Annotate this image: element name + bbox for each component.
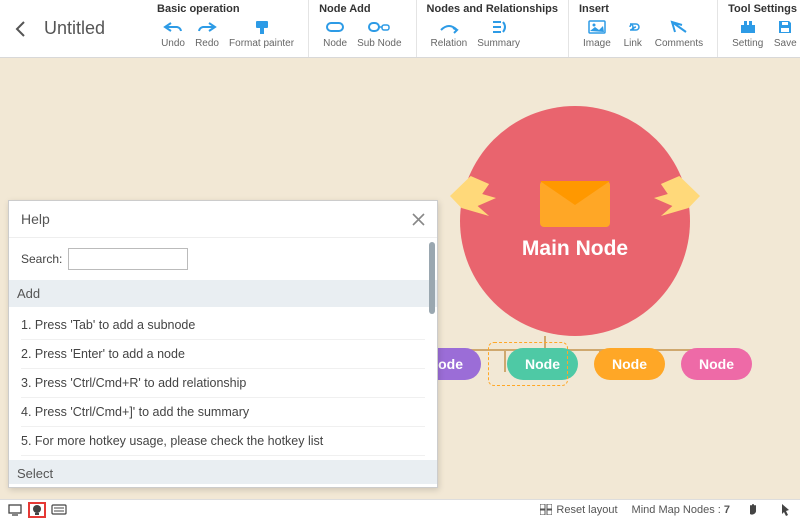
redo-button[interactable]: Redo <box>191 17 223 50</box>
toolbar-groups: Basic operation Undo Redo Format painter… <box>147 0 800 57</box>
setting-icon <box>737 18 759 36</box>
keyboard-icon[interactable] <box>50 502 68 518</box>
wing-right-icon <box>654 176 700 216</box>
envelope-icon <box>540 181 610 227</box>
back-icon[interactable] <box>14 20 28 38</box>
summary-button[interactable]: Summary <box>473 17 524 50</box>
child-node-1[interactable]: Node <box>507 348 578 380</box>
presentation-icon[interactable] <box>6 502 24 518</box>
help-line: 4. Press 'Ctrl/Cmd+]' to add the summary <box>21 398 425 427</box>
help-line: 2. Press 'Enter' to add a node <box>21 340 425 369</box>
relation-button[interactable]: Relation <box>427 17 472 50</box>
help-title: Help <box>21 211 50 227</box>
status-bar: Reset layout Mind Map Nodes : 7 <box>0 499 800 519</box>
node-icon <box>324 18 346 36</box>
group-label: Nodes and Relationships <box>427 3 558 15</box>
search-label: Search: <box>21 252 62 266</box>
main-node-label: Main Node <box>522 237 628 261</box>
group-basic-operation: Basic operation Undo Redo Format painter <box>147 0 309 57</box>
image-button[interactable]: Image <box>579 17 615 50</box>
group-label: Node Add <box>319 3 405 15</box>
undo-button[interactable]: Undo <box>157 17 189 50</box>
node-button[interactable]: Node <box>319 17 351 50</box>
comments-icon <box>668 18 690 36</box>
help-search-row: Search: <box>21 248 425 270</box>
link-button[interactable]: Link <box>617 17 649 50</box>
child-node-2[interactable]: Node <box>594 348 665 380</box>
format-painter-icon <box>251 18 273 36</box>
redo-icon <box>196 18 218 36</box>
help-header: Help <box>9 201 437 238</box>
help-line: 3. Press 'Ctrl/Cmd+R' to add relationshi… <box>21 369 425 398</box>
reset-layout-button[interactable]: Reset layout <box>540 504 617 516</box>
image-icon <box>586 18 608 36</box>
summary-icon <box>488 18 510 36</box>
top-toolbar: Untitled Basic operation Undo Redo Forma… <box>0 0 800 58</box>
help-body: Search: Add 1. Press 'Tab' to add a subn… <box>9 238 437 484</box>
scrollbar-thumb[interactable] <box>429 242 435 314</box>
help-line: 1. Press 'Tab' to add a subnode <box>21 311 425 340</box>
cursor-icon[interactable] <box>776 502 794 518</box>
node-count: Mind Map Nodes : 7 <box>632 504 730 516</box>
help-section-add: Add <box>9 280 437 307</box>
close-icon[interactable] <box>412 213 425 226</box>
hand-pan-icon[interactable] <box>744 502 762 518</box>
save-button[interactable]: Save <box>769 17 800 50</box>
relation-icon <box>438 18 460 36</box>
title-section: Untitled <box>0 0 119 57</box>
group-insert: Insert Image Link Comments <box>569 0 718 57</box>
help-section-select: Select <box>9 460 437 484</box>
setting-button[interactable]: Setting <box>728 17 767 50</box>
child-nodes: Node Node Node Node <box>420 348 752 380</box>
search-input[interactable] <box>68 248 188 270</box>
document-title[interactable]: Untitled <box>44 18 105 39</box>
child-node-3[interactable]: Node <box>681 348 752 380</box>
save-icon <box>774 18 796 36</box>
group-label: Basic operation <box>157 3 298 15</box>
group-label: Insert <box>579 3 707 15</box>
group-tool-settings: Tool Settings Setting Save Collapse <box>718 0 800 57</box>
reset-layout-icon <box>540 504 552 515</box>
wing-left-icon <box>450 176 496 216</box>
sub-node-icon <box>368 18 390 36</box>
comments-button[interactable]: Comments <box>651 17 707 50</box>
link-icon <box>622 18 644 36</box>
help-line: 5. For more hotkey usage, please check t… <box>21 427 425 456</box>
group-nodes-relationships: Nodes and Relationships Relation Summary <box>417 0 569 57</box>
undo-icon <box>162 18 184 36</box>
sub-node-button[interactable]: Sub Node <box>353 17 405 50</box>
help-bulb-icon[interactable] <box>28 502 46 518</box>
format-painter-button[interactable]: Format painter <box>225 17 298 50</box>
help-panel: Help Search: Add 1. Press 'Tab' to add a… <box>8 200 438 488</box>
group-label: Tool Settings <box>728 3 800 15</box>
group-node-add: Node Add Node Sub Node <box>309 0 416 57</box>
main-node[interactable]: Main Node <box>460 106 690 336</box>
